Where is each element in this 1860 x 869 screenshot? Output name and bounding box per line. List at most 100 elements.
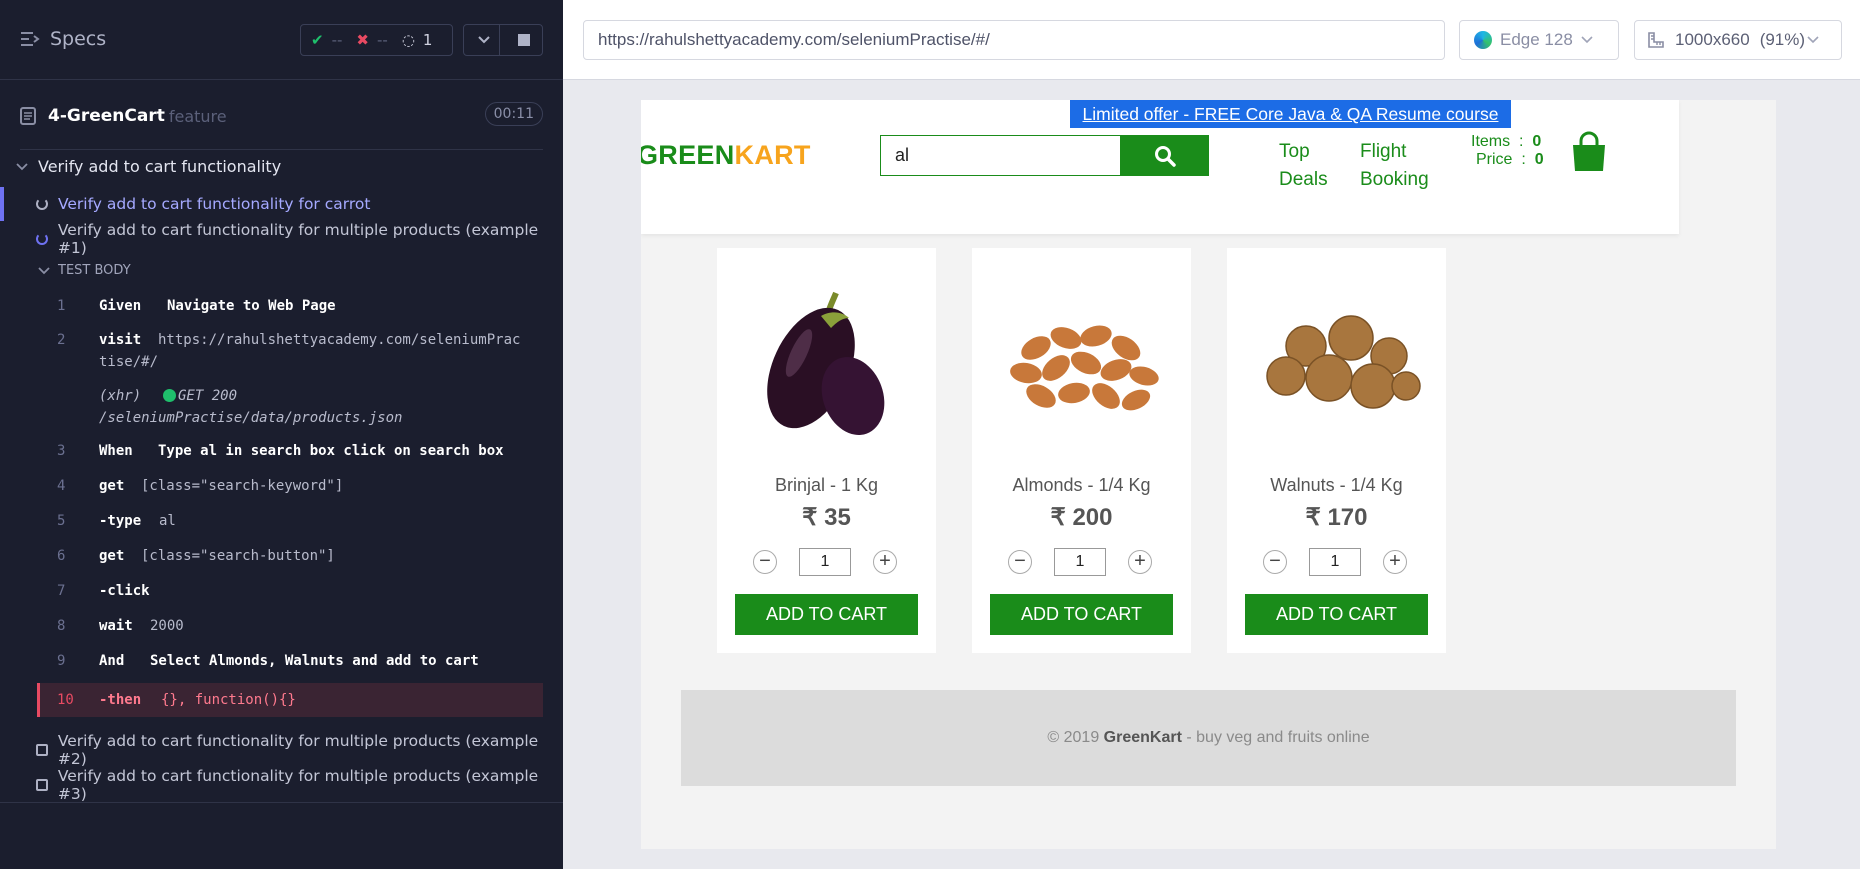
log-cmd: And bbox=[99, 653, 125, 669]
log-row[interactable]: 6 get [class="search-button"] bbox=[37, 548, 543, 572]
pending-icon bbox=[36, 779, 48, 791]
stop-button[interactable] bbox=[508, 24, 540, 56]
app-footer: © 2019 GreenKart - buy veg and fruits on… bbox=[681, 690, 1736, 786]
log-cmd: -then bbox=[99, 692, 142, 708]
viewport-selector[interactable]: 1000x660 (91%) bbox=[1634, 20, 1842, 60]
add-to-cart-button[interactable]: ADD TO CART bbox=[735, 594, 918, 635]
product-card: Walnuts - 1/4 Kg ₹ 170 − 1 + ADD TO CART bbox=[1227, 248, 1446, 653]
increment-button[interactable]: + bbox=[873, 550, 897, 574]
quantity-input[interactable]: 1 bbox=[1309, 548, 1361, 576]
log-arg: [class="search-keyword"] bbox=[141, 478, 344, 494]
logo-green: GREEN bbox=[641, 140, 735, 170]
xhr-row[interactable]: (xhr) GET 200 /seleniumPractise/data/pro… bbox=[37, 388, 543, 434]
items-label: Items bbox=[1471, 133, 1511, 150]
cart-icon[interactable] bbox=[1569, 131, 1609, 173]
chevron-down-icon bbox=[1807, 36, 1819, 44]
chevron-down-icon bbox=[38, 266, 50, 274]
cart-info: Items : 0 Price : 0 bbox=[1471, 133, 1544, 168]
log-row-failed[interactable]: 10 -then {}, function(){} bbox=[37, 683, 543, 717]
nav-top-deals[interactable]: Top Deals bbox=[1279, 138, 1328, 194]
test-label: Verify add to cart functionality for car… bbox=[58, 195, 371, 213]
failed-count: -- bbox=[376, 31, 388, 49]
nav-flight-booking[interactable]: Flight Booking bbox=[1360, 138, 1429, 194]
quantity-stepper: − 1 + bbox=[1263, 548, 1410, 576]
footer-copyright: © 2019 bbox=[1047, 729, 1104, 746]
walnuts-image bbox=[1266, 315, 1421, 409]
aut-topbar: https://rahulshettyacademy.com/seleniumP… bbox=[563, 0, 1860, 80]
log-row[interactable]: 3 When Type al in search box click on se… bbox=[37, 443, 543, 467]
test-item-example-1[interactable]: Verify add to cart functionality for mul… bbox=[0, 221, 563, 257]
log-num: 9 bbox=[57, 653, 66, 669]
nav-label: Flight bbox=[1360, 141, 1407, 162]
log-num: 7 bbox=[57, 583, 66, 599]
add-to-cart-button[interactable]: ADD TO CART bbox=[990, 594, 1173, 635]
decrement-button[interactable]: − bbox=[1008, 550, 1032, 574]
increment-button[interactable]: + bbox=[1383, 550, 1407, 574]
quantity-input[interactable]: 1 bbox=[799, 548, 851, 576]
log-num: 1 bbox=[57, 298, 66, 314]
specs-toggle[interactable]: Specs bbox=[20, 28, 106, 50]
test-body-toggle[interactable]: TEST BODY bbox=[38, 263, 131, 278]
decrement-button[interactable]: − bbox=[753, 550, 777, 574]
runner-panel: Specs ✔ -- ✖ -- ◌ 1 4-GreenCart feature 00:… bbox=[0, 0, 563, 869]
log-arg: tise/#/ bbox=[99, 354, 159, 370]
viewport-scale: (91%) bbox=[1759, 30, 1806, 49]
command-log: 1 Given Navigate to Web Page 2 visit htt… bbox=[37, 290, 543, 718]
brinjal-image bbox=[767, 291, 885, 435]
viewport-size: 1000x660 bbox=[1675, 30, 1750, 49]
search-input[interactable]: al bbox=[880, 135, 1121, 176]
divider bbox=[0, 802, 563, 803]
log-num: 10 bbox=[57, 692, 74, 708]
test-item-carrot[interactable]: Verify add to cart functionality for car… bbox=[0, 187, 563, 221]
log-cmd: wait bbox=[99, 618, 133, 634]
product-name: Walnuts - 1/4 Kg bbox=[1270, 475, 1403, 495]
decrement-button[interactable]: − bbox=[1263, 550, 1287, 574]
log-num: 6 bbox=[57, 548, 66, 564]
log-arg: [class="search-button"] bbox=[141, 548, 335, 564]
log-row[interactable]: 2 visit https://rahulshettyacademy.com/s… bbox=[37, 332, 543, 380]
divider bbox=[20, 149, 543, 150]
suite-title[interactable]: Verify add to cart functionality bbox=[16, 157, 281, 176]
passed-count: -- bbox=[331, 31, 343, 49]
nav-label: Top bbox=[1279, 141, 1310, 162]
xhr-method: GET 200 bbox=[178, 388, 238, 404]
app-header: Limited offer - FREE Core Java & QA Resu… bbox=[641, 100, 1679, 234]
increment-button[interactable]: + bbox=[1128, 550, 1152, 574]
browser-selector[interactable]: Edge 128 bbox=[1459, 20, 1619, 60]
pending-icon bbox=[36, 744, 48, 756]
test-item-example-2[interactable]: Verify add to cart functionality for mul… bbox=[0, 732, 563, 768]
search-button[interactable] bbox=[1121, 135, 1209, 176]
quantity-stepper: − 1 + bbox=[1008, 548, 1155, 576]
log-row[interactable]: 5 -type al bbox=[37, 513, 543, 537]
log-cmd: visit bbox=[99, 332, 142, 348]
nav-label: Booking bbox=[1360, 169, 1429, 190]
add-to-cart-button[interactable]: ADD TO CART bbox=[1245, 594, 1428, 635]
check-icon: ✔ bbox=[311, 31, 324, 49]
log-row[interactable]: 9 And Select Almonds, Walnuts and add to… bbox=[37, 653, 543, 677]
stop-icon bbox=[518, 34, 530, 46]
log-arg: Navigate to Web Page bbox=[167, 298, 336, 314]
test-label: Verify add to cart functionality for mul… bbox=[57, 767, 539, 803]
chevron-down-icon bbox=[16, 162, 28, 170]
product-price: ₹ 35 bbox=[802, 504, 851, 531]
status-dot-icon bbox=[163, 389, 176, 402]
price-total: 0 bbox=[1534, 151, 1544, 168]
promo-link[interactable]: Limited offer - FREE Core Java & QA Resu… bbox=[1070, 100, 1511, 128]
test-body-label: TEST BODY bbox=[58, 263, 131, 278]
log-row[interactable]: 8 wait 2000 bbox=[37, 618, 543, 642]
test-item-example-3[interactable]: Verify add to cart functionality for mul… bbox=[0, 767, 563, 803]
spec-file-name: 4-GreenCart bbox=[48, 106, 165, 126]
log-row[interactable]: 7 -click bbox=[37, 583, 543, 607]
greenkart-logo[interactable]: GREENKART bbox=[641, 140, 811, 171]
product-name: Almonds - 1/4 Kg bbox=[1012, 475, 1151, 495]
pending-icon: ◌ bbox=[401, 31, 415, 49]
specs-label: Specs bbox=[50, 28, 107, 50]
url-bar[interactable]: https://rahulshettyacademy.com/seleniumP… bbox=[583, 20, 1445, 60]
chevron-down-icon[interactable] bbox=[468, 24, 500, 56]
footer-brand: GreenKart bbox=[1103, 729, 1182, 746]
almonds-image bbox=[1010, 325, 1159, 411]
x-icon: ✖ bbox=[356, 31, 369, 49]
quantity-input[interactable]: 1 bbox=[1054, 548, 1106, 576]
log-row[interactable]: 4 get [class="search-keyword"] bbox=[37, 478, 543, 502]
log-row[interactable]: 1 Given Navigate to Web Page bbox=[37, 298, 543, 322]
